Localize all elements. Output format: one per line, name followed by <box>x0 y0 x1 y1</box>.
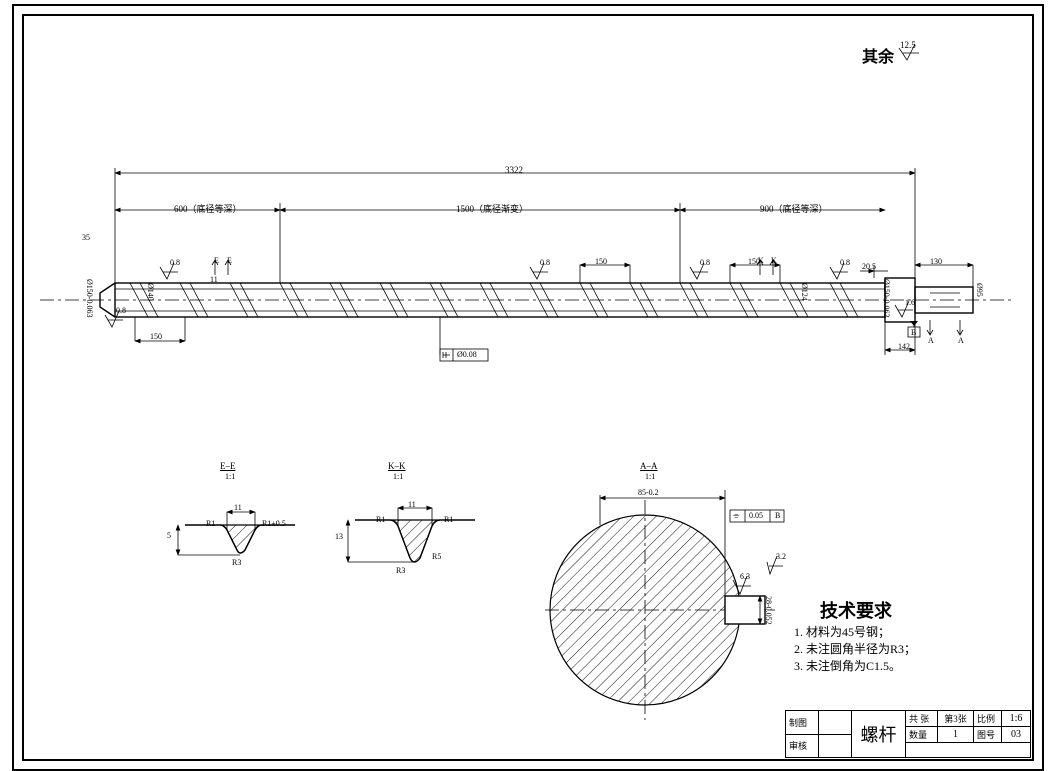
dia-left-outer: Ø150-0.063 <box>85 279 94 317</box>
mark-A1: A <box>928 336 934 345</box>
dia-shaft-end: Ø95 <box>975 283 984 297</box>
detail-E <box>170 500 310 590</box>
dim-sec-mid: 1500（底径渐变） <box>456 202 528 215</box>
surface-symbol-icon <box>897 44 927 64</box>
tb-dwg-l: 图号 <box>974 727 1002 743</box>
detail-A-keyh: 28-0.052 <box>764 596 773 625</box>
detail-K-w: 11 <box>408 500 416 509</box>
detail-K-r-bl: R3 <box>396 566 405 575</box>
detail-E-w: 11 <box>234 503 242 512</box>
tb-check-v <box>819 735 852 759</box>
detail-K-r-tl: R1 <box>376 515 385 524</box>
dim-overall: 3322 <box>505 165 523 175</box>
dim-pitch3: 150 <box>150 332 162 341</box>
tb-bottom-span <box>906 743 1031 759</box>
note-1: 1. 材料为45号钢； <box>794 623 890 640</box>
note-2: 2. 未注圆角半径为R3； <box>794 640 916 657</box>
dim-sec-right: 900（底径等深） <box>760 202 828 215</box>
ra-f: 1.6 <box>905 298 915 307</box>
detail-A-tol: 0.05 <box>749 511 763 520</box>
detail-K <box>340 500 490 600</box>
dim-small-left: 35 <box>82 233 90 242</box>
detail-A-datum: B <box>775 511 780 520</box>
tb-sheet-v: 第3张 <box>938 711 974 727</box>
detail-K-r-br: R5 <box>432 552 441 561</box>
ra-b: 0.8 <box>540 258 550 267</box>
tb-drawn-v <box>819 711 852 735</box>
dim-end-b: 130 <box>930 257 942 266</box>
mark-K1: K <box>758 256 764 265</box>
dim-end-c: 142 <box>898 342 910 351</box>
mark-K2: K <box>771 256 777 265</box>
dim-pitch1: 150 <box>595 257 607 266</box>
detail-K-title: K–K <box>388 461 406 471</box>
ra-d: 0.8 <box>840 258 850 267</box>
dia-core-right: Ø124 <box>800 283 809 301</box>
detail-E-r1: R1 <box>206 519 215 528</box>
detail-A-tolsym: ⌯ <box>733 511 739 521</box>
detail-E-scale: 1:1 <box>225 472 235 481</box>
detail-A-title: A–A <box>640 461 658 471</box>
surface-note: 其余 <box>862 43 894 67</box>
mark-A2: A <box>958 336 964 345</box>
title-block: 制图 审核 螺杆 共 张 数量 第3张 1 比例 图号 1:6 03 <box>785 710 1031 758</box>
mark-E2: E <box>227 256 232 265</box>
notes-title: 技术要求 <box>820 597 892 623</box>
dia-right-outer: Ø150-0.063 <box>882 279 891 317</box>
geo-tol: Ø0.08 <box>457 350 477 359</box>
detail-A-ra2: 3.2 <box>776 552 786 561</box>
dim-sec-left: 600（底径等深） <box>174 202 242 215</box>
detail-K-h: 13 <box>335 532 343 541</box>
ra-c: 0.8 <box>700 258 710 267</box>
datum-B: B <box>911 328 916 337</box>
detail-K-scale: 1:1 <box>393 472 403 481</box>
tb-dwg-v: 03 <box>1002 727 1031 743</box>
ra-e: 0.8 <box>116 306 126 315</box>
tb-sheets-l: 共 张 <box>906 711 938 727</box>
mark-E1: E <box>214 256 219 265</box>
dim-thread-w: 11 <box>210 275 218 284</box>
detail-E-h: 5 <box>167 531 171 540</box>
detail-E-title: E–E <box>220 461 236 471</box>
ra-a: 0.8 <box>170 258 180 267</box>
detail-E-r3: R3 <box>232 558 241 567</box>
tb-scale-l: 比例 <box>974 711 1002 727</box>
tb-qty-v: 1 <box>938 727 974 743</box>
tb-qty-l: 数量 <box>906 727 938 743</box>
dia-core-left: Ø140 <box>146 283 155 301</box>
detail-K-r-tr: R1 <box>444 515 453 524</box>
detail-A-keyw: 85-0.2 <box>638 488 659 497</box>
note-3: 3. 未注倒角为C1.5。 <box>794 657 901 674</box>
tb-scale-v: 1:6 <box>1002 711 1031 727</box>
detail-E-r2: R1±0.5 <box>262 519 286 528</box>
tb-drawn-l: 制图 <box>786 711 819 735</box>
tb-check-l: 审核 <box>786 735 819 759</box>
dim-end-a: 20.5 <box>862 262 876 271</box>
tb-partname: 螺杆 <box>852 711 906 758</box>
detail-A-ra: 6.3 <box>740 572 750 581</box>
